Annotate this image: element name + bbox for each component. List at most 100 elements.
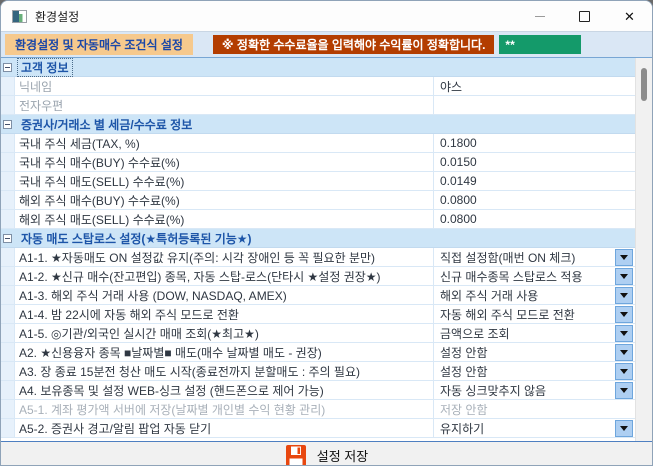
maximize-icon (579, 11, 590, 22)
collapse-minus-icon[interactable] (3, 63, 12, 72)
row-value: 직접 설정함(매번 ON 체크) (440, 249, 615, 266)
dropdown-button[interactable] (615, 249, 633, 266)
row-gutter (1, 343, 15, 361)
grid-item-row[interactable]: A4. 보유종목 및 설정 WEB-싱크 설정 (핸드폰으로 제어 가능)자동 … (1, 381, 636, 400)
row-value-cell[interactable]: 자동 싱크맞추지 않음 (433, 381, 636, 399)
row-label: 해외 주식 매도(SELL) 수수료(%) (15, 211, 433, 228)
grid-item-row[interactable]: 해외 주식 매수(BUY) 수수료(%)0.0800 (1, 191, 636, 210)
row-label: A3. 장 종료 15분전 청산 매도 시작(종료전까지 분할매도 : 주의 필… (15, 363, 433, 380)
row-value: 신규 매수종목 스탑로스 적용 (440, 268, 615, 285)
row-value-cell[interactable]: 0.0149 (433, 172, 636, 190)
settings-grid: 고객 정보닉네임야스전자우편증권사/거래소 별 세금/수수료 정보국내 주식 세… (1, 57, 652, 442)
row-value-cell[interactable]: 해외 주식 거래 사용 (433, 286, 636, 304)
titlebar: 환경설정 ✕ (1, 1, 652, 31)
dropdown-button[interactable] (615, 287, 633, 304)
row-value: 금액으로 조회 (440, 325, 615, 342)
close-icon: ✕ (624, 10, 635, 23)
grid-section-row[interactable]: 증권사/거래소 별 세금/수수료 정보 (1, 115, 636, 134)
grid-item-row[interactable]: A1-4. 밤 22시에 자동 해외 주식 모드로 전환자동 해외 주식 모드로… (1, 305, 636, 324)
dropdown-button[interactable] (615, 382, 633, 399)
row-value: 야스 (440, 78, 636, 95)
row-value-cell[interactable]: 유지하기 (433, 419, 636, 437)
dropdown-button[interactable] (615, 344, 633, 361)
row-label: 국내 주식 세금(TAX, %) (15, 135, 433, 152)
chevron-down-icon (620, 426, 628, 431)
close-button[interactable]: ✕ (607, 1, 652, 31)
row-label: A4. 보유종목 및 설정 WEB-싱크 설정 (핸드폰으로 제어 가능) (15, 382, 433, 399)
maximize-button[interactable] (562, 1, 607, 31)
row-label: A2. ★신용융자 종목 ■날짜별■ 매도(매수 날짜별 매도 - 권장) (15, 344, 433, 361)
row-value-cell[interactable]: 0.0800 (433, 191, 636, 209)
grid-item-row[interactable]: 국내 주식 세금(TAX, %)0.1800 (1, 134, 636, 153)
settings-window: 환경설정 ✕ 환경설정 및 자동매수 조건식 설정 ※ 정확한 수수료율을 입력… (0, 0, 653, 466)
minimize-icon (535, 16, 545, 17)
row-label: 닉네임 (15, 78, 433, 95)
collapse-minus-icon[interactable] (3, 120, 12, 129)
collapse-minus-icon[interactable] (3, 234, 12, 243)
grid-item-row[interactable]: A1-5. ◎기관/외국인 실시간 매매 조회(★최고★)금액으로 조회 (1, 324, 636, 343)
dropdown-button[interactable] (615, 420, 633, 437)
chevron-down-icon (620, 293, 628, 298)
row-value-cell[interactable]: 0.0150 (433, 153, 636, 171)
grid-item-row[interactable]: A5-2. 증권사 경고/알림 팝업 자동 닫기유지하기 (1, 419, 636, 438)
row-value-cell[interactable]: 0.0800 (433, 210, 636, 228)
grid-item-row[interactable]: A2. ★신용융자 종목 ■날짜별■ 매도(매수 날짜별 매도 - 권장) 설정 … (1, 343, 636, 362)
save-settings-button[interactable]: 설정 저장 (317, 446, 368, 465)
row-value-cell[interactable]: 0.1800 (433, 134, 636, 152)
section-label: 증권사/거래소 별 세금/수수료 정보 (18, 116, 195, 133)
grid-item-row[interactable]: 국내 주식 매도(SELL) 수수료(%) 0.0149 (1, 172, 636, 191)
grid-item-row[interactable]: 해외 주식 매도(SELL) 수수료(%)0.0800 (1, 210, 636, 229)
scrollbar-thumb[interactable] (641, 68, 647, 101)
row-label: A1-1. ★자동매도 ON 설정값 유지(주의: 시각 장애인 등 꼭 필요한… (15, 249, 433, 266)
row-value: 설정 안함 (440, 363, 615, 380)
row-value: 0.0150 (440, 155, 636, 169)
grid-item-row[interactable]: 닉네임 야스 (1, 77, 636, 96)
grid-item-row[interactable]: 국내 주식 매수(BUY) 수수료(%)0.0150 (1, 153, 636, 172)
row-value: 자동 해외 주식 모드로 전환 (440, 306, 615, 323)
row-value-cell[interactable]: 설정 안함 (433, 343, 636, 361)
dropdown-button[interactable] (615, 268, 633, 285)
row-value-cell: 저장 안함 (433, 400, 636, 418)
row-value-cell[interactable] (433, 96, 636, 114)
row-value: 0.0149 (440, 174, 636, 188)
dropdown-button[interactable] (615, 325, 633, 342)
status-badge: ** (499, 35, 581, 54)
row-gutter (1, 324, 15, 342)
row-value-cell[interactable]: 야스 (433, 77, 636, 95)
grid-section-row[interactable]: 자동 매도 스탑로스 설정(★특허등록된 기능★) (1, 229, 636, 248)
grid-item-row[interactable]: A3. 장 종료 15분전 청산 매도 시작(종료전까지 분할매도 : 주의 필… (1, 362, 636, 381)
row-value-cell[interactable]: 직접 설정함(매번 ON 체크) (433, 248, 636, 266)
grid-item-row[interactable]: A1-2. ★신규 매수(잔고편입) 종목, 자동 스탑-로스(단타시 ★설정 … (1, 267, 636, 286)
window-title: 환경설정 (35, 8, 79, 25)
grid-item-row[interactable]: A5-1. 계좌 평가액 서버에 저장(날짜별 개인별 수익 현황 관리)저장 … (1, 400, 636, 419)
row-value: 저장 안함 (440, 401, 636, 418)
row-gutter (1, 172, 15, 190)
row-value: 0.0800 (440, 193, 636, 207)
grid-item-row[interactable]: A1-3. 해외 주식 거래 사용 (DOW, NASDAQ, AMEX)해외 … (1, 286, 636, 305)
row-value-cell[interactable]: 설정 안함 (433, 362, 636, 380)
dropdown-button[interactable] (615, 306, 633, 323)
row-value: 설정 안함 (440, 344, 615, 361)
row-gutter (1, 248, 15, 266)
row-label: A5-2. 증권사 경고/알림 팝업 자동 닫기 (15, 420, 433, 437)
vertical-scrollbar[interactable] (635, 58, 652, 441)
dropdown-button[interactable] (615, 363, 633, 380)
row-gutter (1, 191, 15, 209)
row-value-cell[interactable]: 자동 해외 주식 모드로 전환 (433, 305, 636, 323)
row-label: A1-3. 해외 주식 거래 사용 (DOW, NASDAQ, AMEX) (15, 287, 433, 304)
row-label: 전자우편 (15, 97, 433, 114)
row-gutter (1, 134, 15, 152)
row-label: 국내 주식 매도(SELL) 수수료(%) (15, 173, 433, 190)
row-value-cell[interactable]: 금액으로 조회 (433, 324, 636, 342)
row-value-cell[interactable]: 신규 매수종목 스탑로스 적용 (433, 267, 636, 285)
row-gutter (1, 267, 15, 285)
tab-settings[interactable]: 환경설정 및 자동매수 조건식 설정 (5, 34, 193, 55)
grid-item-row[interactable]: A1-1. ★자동매도 ON 설정값 유지(주의: 시각 장애인 등 꼭 필요한… (1, 248, 636, 267)
minimize-button[interactable] (517, 1, 562, 31)
grid-section-row[interactable]: 고객 정보 (1, 58, 636, 77)
section-label: 자동 매도 스탑로스 설정(★특허등록된 기능★) (18, 230, 255, 247)
grid-item-row[interactable]: 전자우편 (1, 96, 636, 115)
row-gutter (1, 58, 14, 76)
row-gutter (1, 419, 15, 437)
chevron-down-icon (620, 369, 628, 374)
